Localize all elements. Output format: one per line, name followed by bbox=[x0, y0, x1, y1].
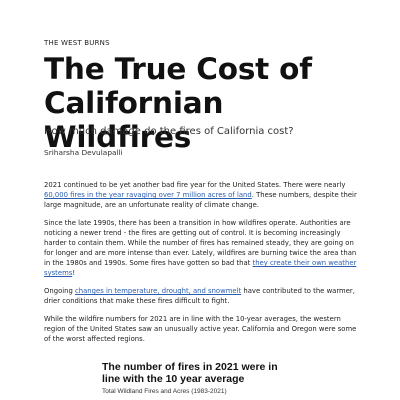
section-kicker: THE WEST BURNS bbox=[44, 39, 110, 47]
paragraph-1: 2021 continued to be yet another bad fir… bbox=[44, 180, 360, 210]
paragraph-text: 2021 continued to be yet another bad fir… bbox=[44, 181, 346, 189]
paragraph-text: ! bbox=[72, 269, 76, 277]
article-body: 2021 continued to be yet another bad fir… bbox=[44, 180, 360, 352]
chart-title: The number of fires in 2021 were in line… bbox=[102, 361, 278, 385]
article-title: The True Cost of Californian Wildfires bbox=[44, 52, 312, 154]
paragraph-text: Ongoing bbox=[44, 287, 76, 295]
climate-changes-link[interactable]: changes in temperature, drought, and sno… bbox=[75, 287, 241, 295]
article-subtitle: How much damage do the fires of Californ… bbox=[44, 126, 294, 137]
paragraph-3: Ongoing changes in temperature, drought,… bbox=[44, 286, 360, 306]
chart-subtitle: Total Wildland Fires and Acres (1983-202… bbox=[102, 388, 227, 395]
paragraph-4: While the wildfire numbers for 2021 are … bbox=[44, 315, 357, 343]
fire-stats-link[interactable]: 60,000 fires in the year ravaging over 7… bbox=[44, 191, 252, 199]
paragraph-2: Since the late 1990s, there has been a t… bbox=[44, 218, 360, 278]
author-byline: Sriharsha Devulapalli bbox=[44, 148, 123, 157]
